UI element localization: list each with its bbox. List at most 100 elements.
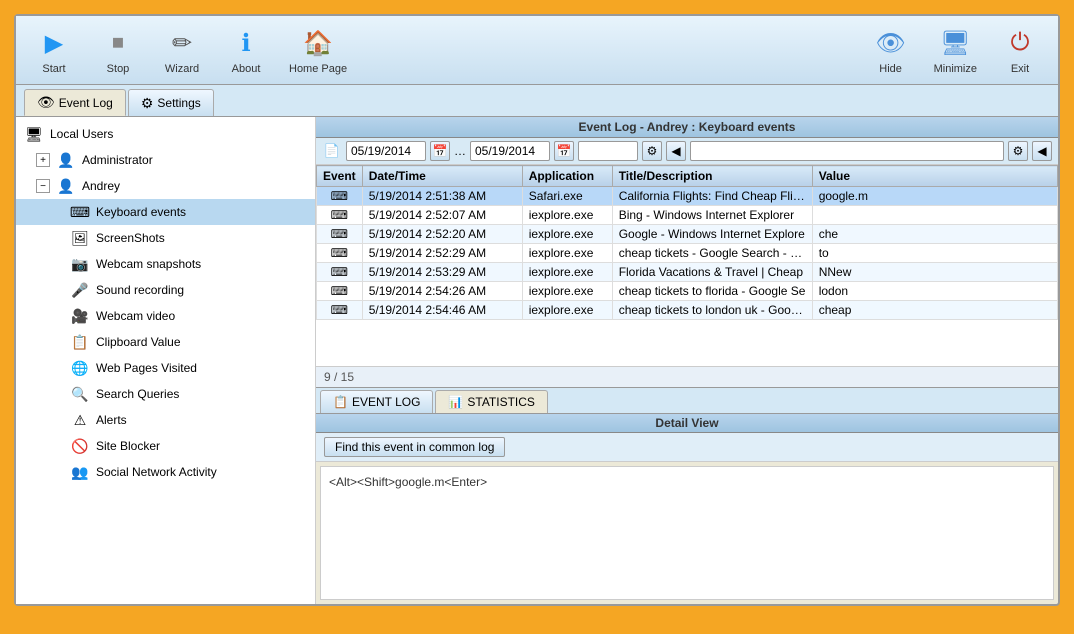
item-icon-8: ⚠ — [70, 410, 90, 430]
about-label: About — [232, 63, 261, 75]
date-to-calendar-btn[interactable]: 📅 — [554, 141, 574, 161]
row-value: che — [812, 225, 1057, 244]
item-icon-0: ⌨ — [70, 202, 90, 222]
keyword-filter-input[interactable] — [690, 141, 1004, 161]
app-filter-input[interactable] — [578, 141, 638, 161]
toolbar-btn-wizard[interactable]: ✏Wizard — [152, 20, 212, 80]
item-label-7: Search Queries — [96, 387, 179, 401]
user-icon-andrey: 👤 — [56, 176, 76, 196]
item-icon-3: 🎤 — [70, 280, 90, 300]
row-value: NNew — [812, 263, 1057, 282]
keyword-filter-btn[interactable]: ⚙ — [1008, 141, 1028, 161]
row-datetime: 5/19/2014 2:51:38 AM — [362, 187, 522, 206]
toolbar-btn-about[interactable]: ℹ About — [216, 20, 276, 80]
row-app: iexplore.exe — [522, 263, 612, 282]
date-from-calendar-btn[interactable]: 📅 — [430, 141, 450, 161]
table-row[interactable]: ⌨ 5/19/2014 2:51:38 AM Safari.exe Califo… — [317, 187, 1058, 206]
toolbar-btn-hide[interactable]: 👁Hide — [861, 20, 921, 80]
event-table-container: Event Date/Time Application Title/Descri… — [316, 165, 1058, 366]
event-table-body: ⌨ 5/19/2014 2:51:38 AM Safari.exe Califo… — [317, 187, 1058, 320]
wizard-icon: ✏ — [164, 25, 200, 61]
col-title[interactable]: Title/Description — [612, 166, 812, 187]
col-event: Event — [317, 166, 363, 187]
toolbar-btn-minimize[interactable]: 🖥Minimize — [925, 20, 986, 80]
app-filter-clear-btn[interactable]: ◀ — [666, 141, 686, 161]
clear-icon: ◀ — [671, 144, 680, 158]
app-filter-btn[interactable]: ⚙ — [642, 141, 662, 161]
row-title: Google - Windows Internet Explore — [612, 225, 812, 244]
row-app: Safari.exe — [522, 187, 612, 206]
sidebar-local-users[interactable]: 🖥 Local Users — [16, 121, 315, 147]
row-event-icon: ⌨ — [317, 206, 363, 225]
keyboard-row-icon: ⌨ — [331, 265, 348, 279]
sidebar-item-screenshots[interactable]: 🖼 ScreenShots — [16, 225, 315, 251]
minimize-label: Minimize — [934, 63, 977, 75]
row-event-icon: ⌨ — [317, 263, 363, 282]
row-value: google.m — [812, 187, 1057, 206]
keyboard-row-icon: ⌨ — [331, 284, 348, 298]
toolbar-right-buttons: 👁Hide🖥Minimize⏻Exit — [861, 20, 1050, 80]
bottom-tab-event-log[interactable]: 📋 EVENT LOG — [320, 390, 433, 413]
sidebar-item-site-blocker[interactable]: 🚫Site Blocker — [16, 433, 315, 459]
home-label: Home Page — [289, 63, 347, 75]
item-icon-1: 🖼 — [70, 228, 90, 248]
row-title: cheap tickets - Google Search - Win — [612, 244, 812, 263]
sidebar-item-social-network-activity[interactable]: 👥Social Network Activity — [16, 459, 315, 485]
row-value: to — [812, 244, 1057, 263]
detail-content: <Alt><Shift>google.m<Enter> — [320, 466, 1054, 600]
settings-icon: ⚙ — [141, 95, 154, 112]
keyword-icon: ⚙ — [1013, 144, 1024, 158]
item-icon-2: 📷 — [70, 254, 90, 274]
sidebar-item-clipboard-value[interactable]: 📋Clipboard Value — [16, 329, 315, 355]
col-datetime[interactable]: Date/Time — [362, 166, 522, 187]
toolbar-btn-home[interactable]: 🏠 Home Page — [280, 20, 356, 80]
sidebar-user-administrator[interactable]: + 👤 Administrator — [16, 147, 315, 173]
sidebar-item-webcam-snapshots[interactable]: 📷Webcam snapshots — [16, 251, 315, 277]
row-app: iexplore.exe — [522, 301, 612, 320]
expand-andrey-btn[interactable]: − — [36, 179, 50, 193]
bottom-tab-statistics-label: STATISTICS — [467, 395, 535, 409]
toolbar-btn-start[interactable]: ▶Start — [24, 20, 84, 80]
sidebar-item-alerts[interactable]: ⚠Alerts — [16, 407, 315, 433]
tab-bar: 👁 Event Log ⚙ Settings — [16, 85, 1058, 117]
item-label-1: ScreenShots — [96, 231, 165, 245]
exit-label: Exit — [1011, 63, 1029, 75]
col-value[interactable]: Value — [812, 166, 1057, 187]
bottom-tab-statistics[interactable]: 📊 STATISTICS — [435, 390, 548, 413]
table-row[interactable]: ⌨ 5/19/2014 2:52:07 AM iexplore.exe Bing… — [317, 206, 1058, 225]
table-row[interactable]: ⌨ 5/19/2014 2:52:29 AM iexplore.exe chea… — [317, 244, 1058, 263]
expand-administrator-btn[interactable]: + — [36, 153, 50, 167]
sidebar-item-sound-recording[interactable]: 🎤Sound recording — [16, 277, 315, 303]
item-label-4: Webcam video — [96, 309, 175, 323]
row-datetime: 5/19/2014 2:54:26 AM — [362, 282, 522, 301]
table-row[interactable]: ⌨ 5/19/2014 2:53:29 AM iexplore.exe Flor… — [317, 263, 1058, 282]
table-header-row: Event Date/Time Application Title/Descri… — [317, 166, 1058, 187]
sidebar-item-web-pages-visited[interactable]: 🌐Web Pages Visited — [16, 355, 315, 381]
sidebar-item-keyboard-events[interactable]: ⌨Keyboard events — [16, 199, 315, 225]
find-event-label: Find this event in common log — [335, 440, 494, 454]
stop-icon: ⏹ — [100, 25, 136, 61]
date-to-input[interactable] — [470, 141, 550, 161]
col-application[interactable]: Application — [522, 166, 612, 187]
sidebar-user-andrey[interactable]: − 👤 Andrey — [16, 173, 315, 199]
tab-settings[interactable]: ⚙ Settings — [128, 89, 214, 116]
table-row[interactable]: ⌨ 5/19/2014 2:54:46 AM iexplore.exe chea… — [317, 301, 1058, 320]
table-row[interactable]: ⌨ 5/19/2014 2:54:26 AM iexplore.exe chea… — [317, 282, 1058, 301]
about-icon: ℹ — [228, 25, 264, 61]
tab-event-log[interactable]: 👁 Event Log — [24, 89, 126, 116]
andrey-items: ⌨Keyboard events 🖼 ScreenShots 📷Webcam snap… — [16, 199, 315, 485]
find-event-button[interactable]: Find this event in common log — [324, 437, 505, 457]
bottom-tab-statistics-icon: 📊 — [448, 395, 463, 409]
sidebar-item-webcam-video[interactable]: 🎥Webcam video — [16, 303, 315, 329]
event-log-icon: 👁 — [37, 94, 55, 111]
sidebar-item-search-queries[interactable]: 🔍 Search Queries — [16, 381, 315, 407]
keyboard-row-icon: ⌨ — [331, 208, 348, 222]
item-icon-7: 🔍 — [70, 384, 90, 404]
toolbar-btn-stop[interactable]: ⏹Stop — [88, 20, 148, 80]
home-icon: 🏠 — [300, 25, 336, 61]
toolbar-btn-exit[interactable]: ⏻Exit — [990, 20, 1050, 80]
date-from-input[interactable] — [346, 141, 426, 161]
table-row[interactable]: ⌨ 5/19/2014 2:52:20 AM iexplore.exe Goog… — [317, 225, 1058, 244]
keyword-clear-btn[interactable]: ◀ — [1032, 141, 1052, 161]
row-event-icon: ⌨ — [317, 282, 363, 301]
